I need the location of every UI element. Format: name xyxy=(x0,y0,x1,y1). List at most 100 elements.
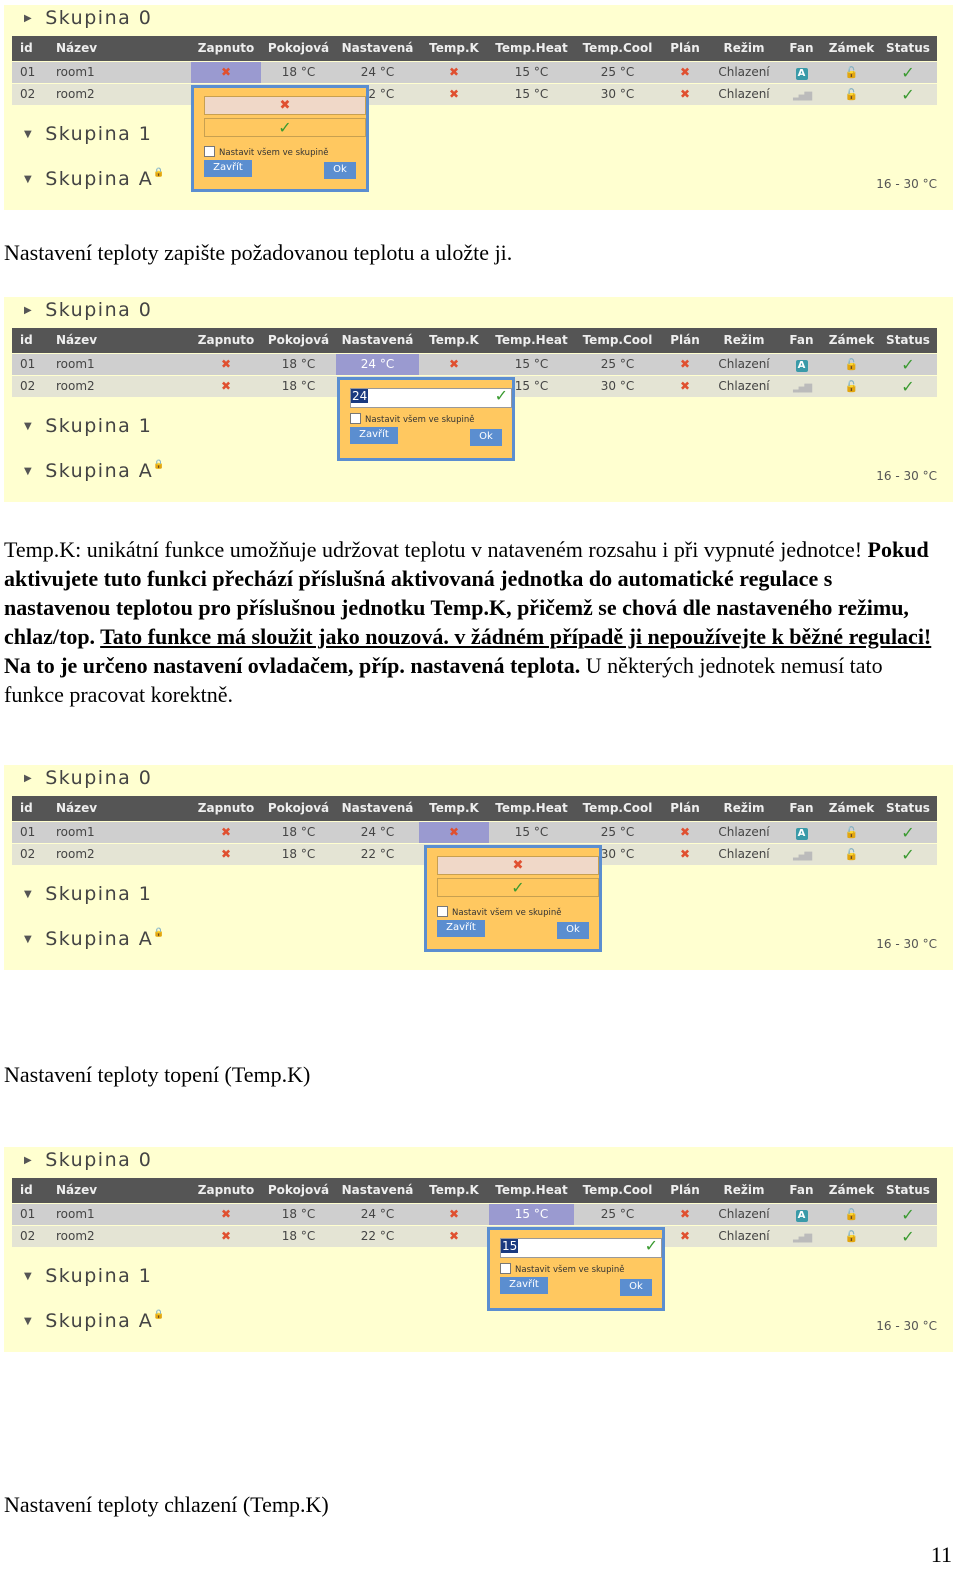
column-header-temp_cool[interactable]: Temp.Cool xyxy=(574,36,661,61)
ok-button[interactable]: Ok xyxy=(324,162,356,179)
column-header-pokojova[interactable]: Pokojová xyxy=(261,36,336,61)
rezim-cell[interactable]: Chlazení xyxy=(709,62,779,83)
expand-arrow-icon[interactable]: ▶ xyxy=(24,13,33,24)
zapnuto-cell[interactable]: ✖ xyxy=(191,1204,261,1225)
temp-heat-cell[interactable]: 15 °C xyxy=(489,62,574,83)
temp_k-cell[interactable]: ✖ xyxy=(419,1204,489,1225)
temp-cool-cell[interactable]: 25 °C xyxy=(574,62,661,83)
collapse-arrow-icon[interactable]: ▼ xyxy=(24,466,33,477)
column-header-zamek[interactable]: Zámek xyxy=(824,796,879,821)
column-header-temp_heat[interactable]: Temp.Heat xyxy=(489,796,574,821)
column-header-zamek[interactable]: Zámek xyxy=(824,1178,879,1203)
temperature-input[interactable]: 24 ✓ xyxy=(350,386,512,408)
group-header[interactable]: ▼ Skupina 1 xyxy=(24,415,152,437)
temp-heat-cell[interactable]: 15 °C xyxy=(489,822,574,843)
pokojova-cell[interactable]: 18 °C xyxy=(261,844,336,865)
column-header-zamek[interactable]: Zámek xyxy=(824,328,879,353)
column-header-temp_cool[interactable]: Temp.Cool xyxy=(574,1178,661,1203)
column-header-temp_k[interactable]: Temp.K xyxy=(419,796,489,821)
lock-cell[interactable]: 🔓 xyxy=(824,822,879,843)
column-header-plan[interactable]: Plán xyxy=(661,1178,709,1203)
rezim-cell[interactable]: Chlazení xyxy=(709,822,779,843)
column-header-temp_heat[interactable]: Temp.Heat xyxy=(489,1178,574,1203)
zapnuto-cell[interactable]: ✖ xyxy=(191,354,261,375)
column-header-name[interactable]: Název xyxy=(46,1178,186,1203)
option-off[interactable]: ✖ xyxy=(204,96,366,115)
fan-cell[interactable]: ▂▄▆ xyxy=(779,376,824,397)
zapnuto-cell[interactable]: ✖ xyxy=(191,1226,261,1247)
column-header-status[interactable]: Status xyxy=(879,36,937,61)
fan-cell[interactable]: A xyxy=(779,354,824,375)
table-row[interactable]: 01 room1 ✖ 18 °C 24 °C ✖ 15 °C 25 °C ✖ Chlazení A 🔓… xyxy=(12,822,937,843)
column-header-status[interactable]: Status xyxy=(879,1178,937,1203)
lock-cell[interactable]: 🔓 xyxy=(824,1204,879,1225)
column-header-rezim[interactable]: Režim xyxy=(709,328,779,353)
temp_k-cell[interactable]: ✖ xyxy=(419,62,489,83)
column-header-temp_k[interactable]: Temp.K xyxy=(419,36,489,61)
rezim-cell[interactable]: Chlazení xyxy=(709,354,779,375)
pokojova-cell[interactable]: 18 °C xyxy=(261,376,336,397)
option-off[interactable]: ✖ xyxy=(437,856,599,875)
zapnuto-cell[interactable]: ✖ xyxy=(191,822,261,843)
column-header-zapnuto[interactable]: Zapnuto xyxy=(191,1178,261,1203)
nastavena-cell[interactable]: 24 °C xyxy=(336,1204,419,1225)
zapnuto-cell[interactable]: ✖ xyxy=(191,62,261,83)
column-header-pokojova[interactable]: Pokojová xyxy=(261,328,336,353)
column-header-status[interactable]: Status xyxy=(879,328,937,353)
collapse-arrow-icon[interactable]: ▼ xyxy=(24,174,33,185)
group-header[interactable]: ▼ Skupina A🔒 xyxy=(24,460,166,482)
table-row[interactable]: 01 room1 ✖ 18 °C 24 °C ✖ 15 °C 25 °C ✖ Chlazení A 🔓… xyxy=(12,1204,937,1225)
column-header-name[interactable]: Název xyxy=(46,36,186,61)
close-button[interactable]: Zavřít xyxy=(500,1277,548,1294)
column-header-temp_k[interactable]: Temp.K xyxy=(419,1178,489,1203)
temp-heat-cell[interactable]: 15 °C xyxy=(489,84,574,105)
column-header-fan[interactable]: Fan xyxy=(779,1178,824,1203)
temperature-input[interactable]: 15 ✓ xyxy=(500,1236,662,1258)
fan-cell[interactable]: A xyxy=(779,62,824,83)
rezim-cell[interactable]: Chlazení xyxy=(709,84,779,105)
column-header-rezim[interactable]: Režim xyxy=(709,36,779,61)
collapse-arrow-icon[interactable]: ▼ xyxy=(24,421,33,432)
column-header-plan[interactable]: Plán xyxy=(661,796,709,821)
plan-cell[interactable]: ✖ xyxy=(661,1204,709,1225)
column-header-nastavena[interactable]: Nastavená xyxy=(336,796,419,821)
ok-button[interactable]: Ok xyxy=(620,1279,652,1296)
group-header[interactable]: ▶ Skupina 0 xyxy=(24,299,152,321)
fan-cell[interactable]: ▂▄▆ xyxy=(779,84,824,105)
fan-cell[interactable]: A xyxy=(779,822,824,843)
column-header-fan[interactable]: Fan xyxy=(779,36,824,61)
temp_k-cell[interactable]: ✖ xyxy=(419,822,489,843)
column-header-plan[interactable]: Plán xyxy=(661,36,709,61)
ok-button[interactable]: Ok xyxy=(557,922,589,939)
temp-cool-cell[interactable]: 25 °C xyxy=(574,822,661,843)
column-header-name[interactable]: Název xyxy=(46,796,186,821)
column-header-nastavena[interactable]: Nastavená xyxy=(336,36,419,61)
expand-arrow-icon[interactable]: ▶ xyxy=(24,1155,33,1166)
expand-arrow-icon[interactable]: ▶ xyxy=(24,305,33,316)
temp-heat-cell[interactable]: 15 °C xyxy=(489,1204,574,1225)
column-header-zapnuto[interactable]: Zapnuto xyxy=(191,36,261,61)
temp-cool-cell[interactable]: 25 °C xyxy=(574,1204,661,1225)
column-header-fan[interactable]: Fan xyxy=(779,328,824,353)
column-header-plan[interactable]: Plán xyxy=(661,328,709,353)
collapse-arrow-icon[interactable]: ▼ xyxy=(24,129,33,140)
column-header-temp_cool[interactable]: Temp.Cool xyxy=(574,796,661,821)
rezim-cell[interactable]: Chlazení xyxy=(709,1204,779,1225)
rezim-cell[interactable]: Chlazení xyxy=(709,1226,779,1247)
pokojova-cell[interactable]: 18 °C xyxy=(261,62,336,83)
table-row[interactable]: 01 room1 ✖ 18 °C 24 °C ✖ 15 °C 25 °C ✖ Chlazení A 🔓… xyxy=(12,354,937,375)
plan-cell[interactable]: ✖ xyxy=(661,84,709,105)
plan-cell[interactable]: ✖ xyxy=(661,822,709,843)
close-button[interactable]: Zavřít xyxy=(350,427,398,444)
column-header-name[interactable]: Název xyxy=(46,328,186,353)
close-button[interactable]: Zavřít xyxy=(437,920,485,937)
group-header[interactable]: ▼ Skupina A🔒 xyxy=(24,928,166,950)
set-all-in-group-checkbox[interactable]: Nastavit všem ve skupině xyxy=(437,906,561,918)
nastavena-cell[interactable]: 24 °C xyxy=(336,62,419,83)
column-header-temp_cool[interactable]: Temp.Cool xyxy=(574,328,661,353)
temp-cool-cell[interactable]: 30 °C xyxy=(574,376,661,397)
lock-cell[interactable]: 🔓 xyxy=(824,84,879,105)
pokojova-cell[interactable]: 18 °C xyxy=(261,354,336,375)
lock-cell[interactable]: 🔓 xyxy=(824,62,879,83)
temp-cool-cell[interactable]: 25 °C xyxy=(574,354,661,375)
